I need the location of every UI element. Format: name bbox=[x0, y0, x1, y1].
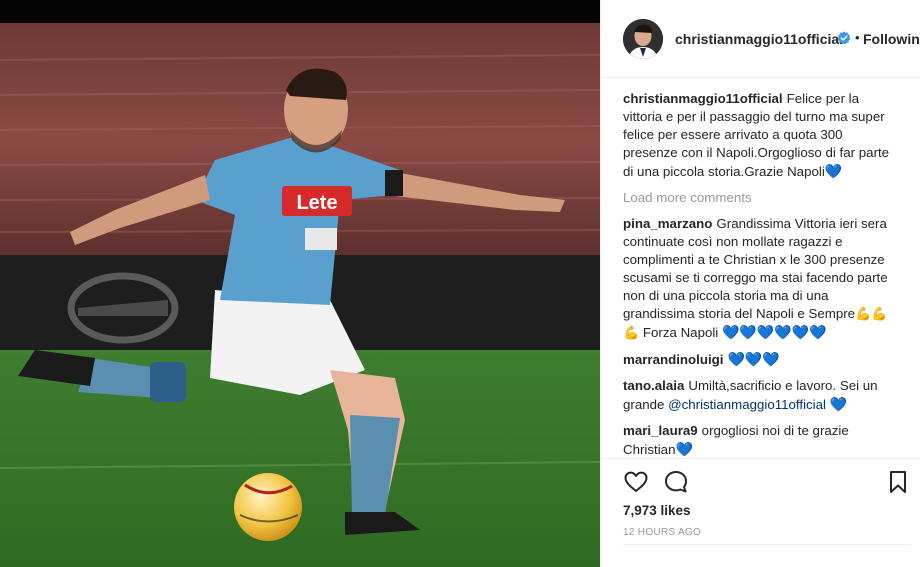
comment-hearts: 💙💙💙 bbox=[727, 351, 780, 367]
comment-hearts: 💙 bbox=[825, 396, 848, 412]
caption: christianmaggio11official Felice per la v… bbox=[623, 90, 899, 181]
comment-username[interactable]: pina_marzano bbox=[623, 216, 712, 231]
divider bbox=[623, 544, 911, 545]
comment-username[interactable]: mari_laura9 bbox=[623, 423, 698, 438]
bookmark-icon[interactable] bbox=[885, 469, 911, 495]
post-header: christianmaggio11official • Following bbox=[601, 0, 920, 78]
following-button[interactable]: Following bbox=[863, 31, 920, 47]
header-separator: • bbox=[855, 30, 860, 45]
post-photo[interactable]: Lete bbox=[0, 0, 600, 567]
verified-badge-icon bbox=[837, 31, 851, 45]
post-side-panel: christianmaggio11official • Following ch… bbox=[600, 0, 920, 567]
likes-count[interactable]: 7,973 likes bbox=[623, 503, 691, 518]
comment-username[interactable]: tano.alaia bbox=[623, 378, 684, 393]
caption-emoji: 💙 bbox=[824, 163, 843, 179]
post-image: Lete bbox=[0, 23, 600, 567]
list-item: pina_marzano Grandissima Vittoria ieri se… bbox=[623, 215, 899, 342]
photo-top-bar bbox=[0, 0, 600, 23]
jersey-sponsor: Lete bbox=[296, 192, 337, 214]
caption-username[interactable]: christianmaggio11official bbox=[623, 91, 783, 106]
comment-mention[interactable]: @christianmaggio11official bbox=[668, 397, 826, 412]
post-timestamp: 12 HOURS AGO bbox=[623, 527, 702, 538]
comment-username[interactable]: marrandinoluigi bbox=[623, 352, 723, 367]
list-item: tano.alaia Umiltà,sacrificio e lavoro. Se… bbox=[623, 377, 899, 414]
comment-text-2: Forza Napoli bbox=[639, 325, 722, 340]
list-item: marrandinoluigi 💙💙💙 bbox=[623, 350, 899, 369]
comment-hearts: 💙💙💙💙💙💙 bbox=[721, 324, 827, 340]
header-username[interactable]: christianmaggio11official bbox=[675, 31, 843, 47]
heart-icon[interactable] bbox=[623, 469, 649, 495]
comment-hearts: 💙 bbox=[675, 441, 693, 457]
comment-icon[interactable] bbox=[663, 469, 689, 495]
list-item: mari_laura9 orgogliosi noi di te grazie C… bbox=[623, 422, 899, 458]
avatar-image bbox=[623, 19, 663, 59]
comments-list[interactable]: christianmaggio11official Felice per la v… bbox=[623, 90, 899, 458]
avatar[interactable] bbox=[623, 19, 663, 59]
post-actions: 7,973 likes 12 HOURS AGO bbox=[601, 458, 920, 548]
comment-text: Grandissima Vittoria ieri sera continuat… bbox=[623, 216, 888, 321]
load-more-comments-button[interactable]: Load more comments bbox=[623, 189, 899, 207]
